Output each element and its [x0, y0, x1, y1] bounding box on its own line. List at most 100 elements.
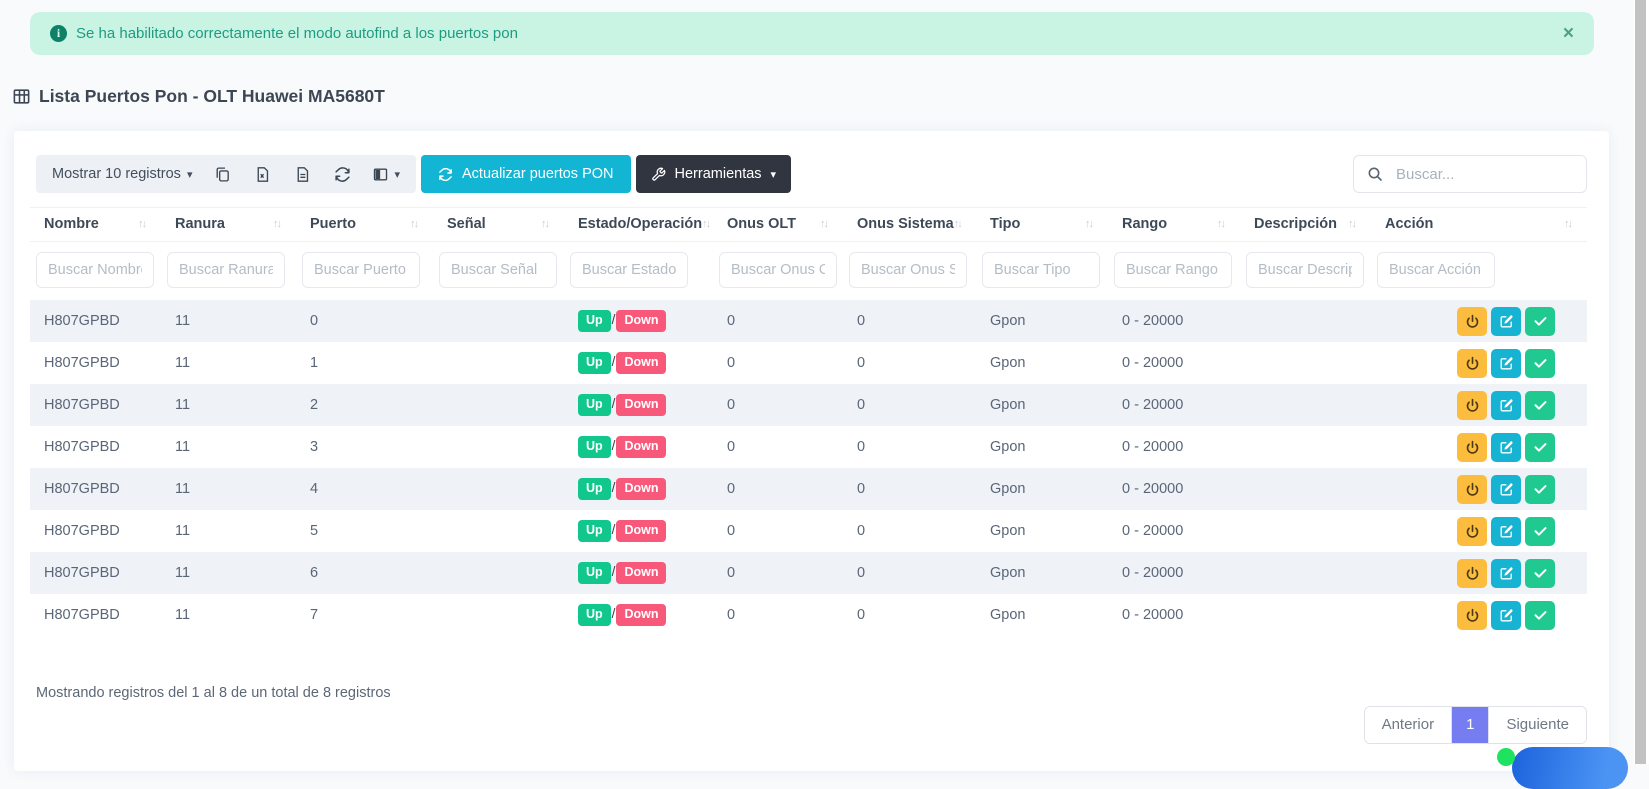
edit-icon — [1499, 356, 1514, 371]
edit-button[interactable] — [1491, 601, 1521, 630]
cell-tipo: Gpon — [976, 510, 1108, 552]
confirm-button[interactable] — [1525, 307, 1555, 336]
power-toggle-button[interactable] — [1457, 391, 1487, 420]
power-toggle-button[interactable] — [1457, 559, 1487, 588]
reload-button[interactable] — [332, 164, 352, 184]
copy-button[interactable] — [212, 164, 232, 184]
edit-icon — [1499, 314, 1514, 329]
edit-button[interactable] — [1491, 517, 1521, 546]
confirm-button[interactable] — [1525, 559, 1555, 588]
column-filter-input-ranura[interactable] — [167, 252, 285, 288]
column-header-ranura[interactable]: Ranura↑↓ — [161, 208, 296, 242]
power-toggle-button[interactable] — [1457, 433, 1487, 462]
column-header-onus-sistema[interactable]: Onus Sistema↑↓ — [843, 208, 976, 242]
page-title: Lista Puertos Pon - OLT Huawei MA5680T — [12, 86, 385, 107]
column-header-descripci-n[interactable]: Descripción↑↓ — [1240, 208, 1371, 242]
cell-nombre: H807GPBD — [30, 594, 161, 636]
page-scrollbar[interactable] — [1634, 0, 1649, 764]
column-filter-input-onus-sistema[interactable] — [849, 252, 967, 288]
slash-separator: / — [612, 312, 616, 327]
column-header-se-al[interactable]: Señal↑↓ — [433, 208, 564, 242]
column-header-acci-n[interactable]: Acción ↑↓ — [1371, 208, 1587, 242]
column-filter-input-acci-n[interactable] — [1377, 252, 1495, 288]
scrollbar-thumb[interactable] — [1635, 0, 1646, 764]
column-header-tipo[interactable]: Tipo↑↓ — [976, 208, 1108, 242]
power-toggle-button[interactable] — [1457, 601, 1487, 630]
confirm-button[interactable] — [1525, 475, 1555, 504]
file-export-button[interactable] — [292, 164, 312, 184]
chevron-down-icon: ▾ — [771, 168, 777, 181]
sort-icon[interactable]: ↑↓ — [1085, 218, 1098, 230]
confirm-button[interactable] — [1525, 601, 1555, 630]
edit-button[interactable] — [1491, 475, 1521, 504]
column-header-puerto[interactable]: Puerto↑↓ — [296, 208, 433, 242]
cell-accion — [1371, 300, 1587, 342]
edit-button[interactable] — [1491, 349, 1521, 378]
edit-button[interactable] — [1491, 559, 1521, 588]
sort-icon[interactable]: ↑↓ — [1348, 218, 1361, 230]
sort-icon[interactable]: ↑↓ — [541, 218, 554, 230]
cell-onus-sistema: 0 — [843, 342, 976, 384]
power-toggle-button[interactable] — [1457, 349, 1487, 378]
sort-icon[interactable]: ↑↓ — [410, 218, 423, 230]
confirm-button[interactable] — [1525, 517, 1555, 546]
column-visibility-button[interactable]: ▾ — [372, 166, 400, 183]
column-filter-input-descripci-n[interactable] — [1246, 252, 1364, 288]
search-input[interactable] — [1394, 165, 1573, 184]
update-pon-ports-button[interactable]: Actualizar puertos PON — [421, 155, 631, 193]
column-header-estado-operaci-n[interactable]: Estado/Operación↑↓ — [564, 208, 713, 242]
edit-button[interactable] — [1491, 391, 1521, 420]
power-toggle-button[interactable] — [1457, 307, 1487, 336]
confirm-button[interactable] — [1525, 433, 1555, 462]
pagination-previous[interactable]: Anterior — [1365, 707, 1453, 743]
cell-estado-operacion: Up/Down — [564, 510, 713, 552]
cell-tipo: Gpon — [976, 594, 1108, 636]
column-filter-input-estado-operaci-n[interactable] — [570, 252, 688, 288]
sort-icon[interactable]: ↑↓ — [820, 218, 833, 230]
edit-button[interactable] — [1491, 307, 1521, 336]
column-filter-input-tipo[interactable] — [982, 252, 1100, 288]
power-toggle-button[interactable] — [1457, 517, 1487, 546]
status-down-badge: Down — [616, 562, 666, 583]
sort-icon[interactable]: ↑↓ — [138, 218, 151, 230]
excel-export-icon — [254, 166, 271, 183]
cell-onus-olt: 0 — [713, 510, 843, 552]
cell-puerto: 5 — [296, 510, 433, 552]
cell-nombre: H807GPBD — [30, 384, 161, 426]
tools-dropdown-button[interactable]: Herramientas ▾ — [636, 155, 792, 193]
column-filter-input-nombre[interactable] — [36, 252, 154, 288]
refresh-icon — [334, 166, 351, 183]
sort-icon[interactable]: ↑↓ — [954, 218, 967, 230]
excel-export-button[interactable] — [252, 164, 272, 184]
column-header-rango[interactable]: Rango↑↓ — [1108, 208, 1240, 242]
pagination-next[interactable]: Siguiente — [1488, 707, 1586, 743]
edit-button[interactable] — [1491, 433, 1521, 462]
sort-icon[interactable]: ↑↓ — [273, 218, 286, 230]
column-filter-input-rango[interactable] — [1114, 252, 1232, 288]
confirm-button[interactable] — [1525, 349, 1555, 378]
column-filter-input-puerto[interactable] — [302, 252, 420, 288]
chat-widget[interactable] — [1512, 747, 1628, 789]
cell-onus-olt: 0 — [713, 300, 843, 342]
cell-senal — [433, 510, 564, 552]
page-length-select[interactable]: Mostrar 10 registros ▾ — [52, 166, 192, 182]
cell-descripcion — [1240, 300, 1371, 342]
pagination: Anterior 1 Siguiente — [1364, 706, 1587, 744]
pagination-page-1[interactable]: 1 — [1452, 707, 1488, 743]
status-up-badge: Up — [578, 604, 611, 625]
column-header-onus-olt[interactable]: Onus OLT↑↓ — [713, 208, 843, 242]
sort-icon[interactable]: ↑↓ — [1217, 218, 1230, 230]
cell-estado-operacion: Up/Down — [564, 594, 713, 636]
column-filter-input-se-al[interactable] — [439, 252, 557, 288]
sort-icon[interactable]: ↑↓ — [1564, 218, 1577, 230]
confirm-button[interactable] — [1525, 391, 1555, 420]
column-label: Acción — [1385, 216, 1433, 232]
column-header-nombre[interactable]: Nombre↑↓ — [30, 208, 161, 242]
close-icon[interactable]: × — [1563, 24, 1574, 43]
sort-icon[interactable]: ↑↓ — [702, 218, 713, 230]
confirm-icon — [1533, 398, 1548, 413]
toolbar-button-group: Mostrar 10 registros ▾ — [36, 155, 416, 193]
power-icon — [1465, 356, 1480, 371]
power-toggle-button[interactable] — [1457, 475, 1487, 504]
column-filter-input-onus-olt[interactable] — [719, 252, 837, 288]
